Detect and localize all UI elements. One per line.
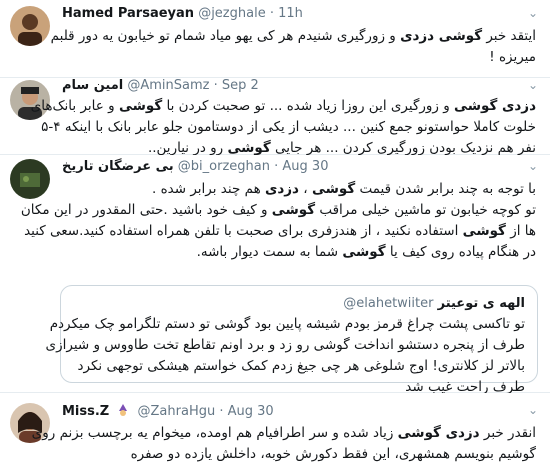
- separator: ·: [219, 404, 224, 419]
- author-handle[interactable]: @AminSamz: [127, 78, 209, 93]
- keyword-highlight: گوشی: [271, 202, 316, 218]
- chevron-down-icon[interactable]: ⌄: [526, 6, 540, 20]
- tweet-header: بی عرضگان تاریخ @bi_orzeghan · Aug 30: [62, 159, 328, 175]
- author-name[interactable]: Hamed Parsaeyan: [62, 6, 194, 21]
- tweet-header: امین سام @AminSamz · Sep 2: [62, 78, 259, 94]
- keyword-highlight: گوشی: [311, 181, 356, 197]
- text-segment: ایتقد خبر: [482, 28, 536, 44]
- text-line: ایتقد خبر گوشی دزدی و زورگیری شنیدم هر ک…: [51, 26, 536, 47]
- tweet-text: ایتقد خبر گوشی دزدی و زورگیری شنیدم هر ک…: [51, 26, 536, 68]
- text-segment: میریزه !: [489, 49, 536, 65]
- text-line: بالاتر لز کلانتری! اوج شلوغی هر چی جیغ ز…: [70, 356, 526, 377]
- text-segment: تو کوچه خیابون تو ماشین خیلی مراقب: [315, 202, 536, 218]
- tweet-header: Miss.Z @ZahraHgu · Aug 30: [62, 403, 274, 420]
- text-segment: انقدر خبر: [479, 425, 536, 441]
- avatar-photo-icon: [10, 6, 50, 46]
- text-line: طرف از پنجره دستشو انداخت گوشی رو زد و ب…: [46, 335, 525, 356]
- text-line: با توجه به چند برابر شدن قیمت گوشی ، دزد…: [60, 179, 536, 200]
- text-segment: و زورگیری این روزا زیاد شده ... تو صحبت …: [162, 98, 455, 114]
- author-handle[interactable]: @ZahraHgu: [138, 404, 216, 419]
- text-line: در هنگام پیاده روی کیف یا گوشی شما به سم…: [60, 242, 536, 263]
- text-segment: زیاد شده و سر اطرافیام هم اومده، میخوام …: [31, 425, 398, 441]
- avatar[interactable]: [10, 159, 50, 199]
- text-line: میریزه !: [60, 47, 536, 68]
- timestamp[interactable]: 11h: [278, 6, 303, 21]
- text-line: تو تاکسی پشت چراغ قرمز بودم شیشه پایین ب…: [50, 314, 525, 335]
- keyword-highlight: گوشی: [462, 223, 506, 239]
- text-segment: و کیف خود باشید .حتی المقدور در این مکان: [20, 202, 272, 218]
- chevron-down-icon[interactable]: ⌄: [526, 403, 540, 417]
- avatar[interactable]: [10, 6, 50, 46]
- text-line: دزدی گوشی و زورگیری این روزا زیاد شده ..…: [31, 96, 536, 117]
- tweet[interactable]: امین سام @AminSamz · Sep 2 ⌄ دزدی گوشی و…: [0, 78, 550, 156]
- avatar-photo-icon: [10, 159, 50, 199]
- text-line: خلوت کاملا حواستونو جمع کنین ... دیشب از…: [41, 117, 536, 138]
- text-segment: و زورگیری شنیدم هر کی یهو میاد شمام تو خ…: [50, 28, 401, 44]
- author-name[interactable]: Miss.Z: [62, 404, 109, 419]
- keyword-highlight: گوشی: [227, 140, 271, 156]
- author-name[interactable]: امین سام: [62, 78, 123, 93]
- keyword-highlight: گوشی: [118, 98, 163, 114]
- tweet-text: انقدر خبر دزدی گوشی زیاد شده و سر اطرافی…: [32, 423, 536, 465]
- text-line: گوشیم بنویسم همشهری، این فقط دکورش خوبه،…: [60, 444, 536, 465]
- timestamp[interactable]: Aug 30: [228, 404, 274, 419]
- text-segment: بالاتر لز کلانتری! اوج شلوغی هر چی جیغ ز…: [77, 358, 526, 374]
- keyword-highlight: دزدی گوشی: [454, 98, 536, 114]
- tweet-text: دزدی گوشی و زورگیری این روزا زیاد شده ..…: [31, 96, 536, 159]
- text-segment: طرف از پنجره دستشو انداخت گوشی رو زد و ب…: [45, 337, 525, 353]
- timestamp[interactable]: Sep 2: [222, 78, 259, 93]
- text-segment: نفر هم نزدیک بودن زورگیری کردن ... هر جا…: [270, 140, 536, 156]
- text-segment: ها از: [505, 223, 536, 239]
- tweet-text: با توجه به چند برابر شدن قیمت گوشی ، دزد…: [21, 179, 536, 263]
- text-segment: در هنگام پیاده روی کیف یا: [385, 244, 536, 260]
- chevron-down-icon[interactable]: ⌄: [526, 159, 540, 173]
- quoted-tweet-text: تو تاکسی پشت چراغ قرمز بودم شیشه پایین ب…: [46, 314, 526, 398]
- tweet[interactable]: Hamed Parsaeyan @jezghale · 11h ⌄ ایتقد …: [0, 0, 550, 78]
- keyword-highlight: دزدی: [264, 181, 299, 197]
- keyword-highlight: گوشی: [342, 244, 386, 260]
- keyword-highlight: دزدی گوشی: [397, 425, 480, 441]
- text-segment: ،: [299, 181, 312, 197]
- tweet-header: Hamed Parsaeyan @jezghale · 11h: [62, 6, 303, 22]
- text-segment: شما به سمت دیوار باشه.: [196, 244, 343, 260]
- quoted-tweet-header: @elahetwiiter الهه ی توعیتر: [343, 296, 525, 311]
- keyword-highlight: گوشی دزدی: [400, 28, 483, 44]
- tweet[interactable]: Miss.Z @ZahraHgu · Aug 30 ⌄ انقدر خبر دز…: [0, 393, 550, 470]
- text-segment: و عابر بانک‌های: [30, 98, 119, 114]
- tweet[interactable]: بی عرضگان تاریخ @bi_orzeghan · Aug 30 ⌄ …: [0, 155, 550, 395]
- text-segment: گوشیم بنویسم همشهری، این فقط دکورش خوبه،…: [130, 446, 536, 462]
- text-line: ها از گوشی استفاده نکنید ، از هندزفری بر…: [24, 221, 536, 242]
- separator: ·: [269, 6, 274, 21]
- separator: ·: [213, 78, 218, 93]
- text-segment: رو در نیارین..: [147, 140, 228, 156]
- separator: ·: [274, 159, 279, 174]
- quoted-author-handle: @elahetwiiter: [343, 296, 434, 311]
- gnome-emoji-icon: [116, 403, 130, 417]
- author-handle[interactable]: @bi_orzeghan: [178, 159, 270, 174]
- text-segment: هم چند برابر شده .: [151, 181, 265, 197]
- text-segment: با توجه به چند برابر شدن قیمت: [355, 181, 536, 197]
- quoted-tweet[interactable]: @elahetwiiter الهه ی توعیتر تو تاکسی پشت…: [46, 285, 538, 395]
- text-segment: تو تاکسی پشت چراغ قرمز بودم شیشه پایین ب…: [49, 316, 525, 332]
- chevron-down-icon[interactable]: ⌄: [526, 78, 540, 92]
- text-line: انقدر خبر دزدی گوشی زیاد شده و سر اطرافی…: [32, 423, 536, 444]
- timestamp[interactable]: Aug 30: [282, 159, 328, 174]
- author-name[interactable]: بی عرضگان تاریخ: [62, 159, 174, 174]
- author-handle[interactable]: @jezghale: [198, 6, 266, 21]
- text-line: تو کوچه خیابون تو ماشین خیلی مراقب گوشی …: [21, 200, 536, 221]
- text-segment: استفاده نکنید ، از هندزفری برای صحبت با …: [24, 223, 463, 239]
- text-segment: خلوت کاملا حواستونو جمع کنین ... دیشب از…: [41, 119, 536, 135]
- quoted-author-name: الهه ی توعیتر: [437, 296, 525, 311]
